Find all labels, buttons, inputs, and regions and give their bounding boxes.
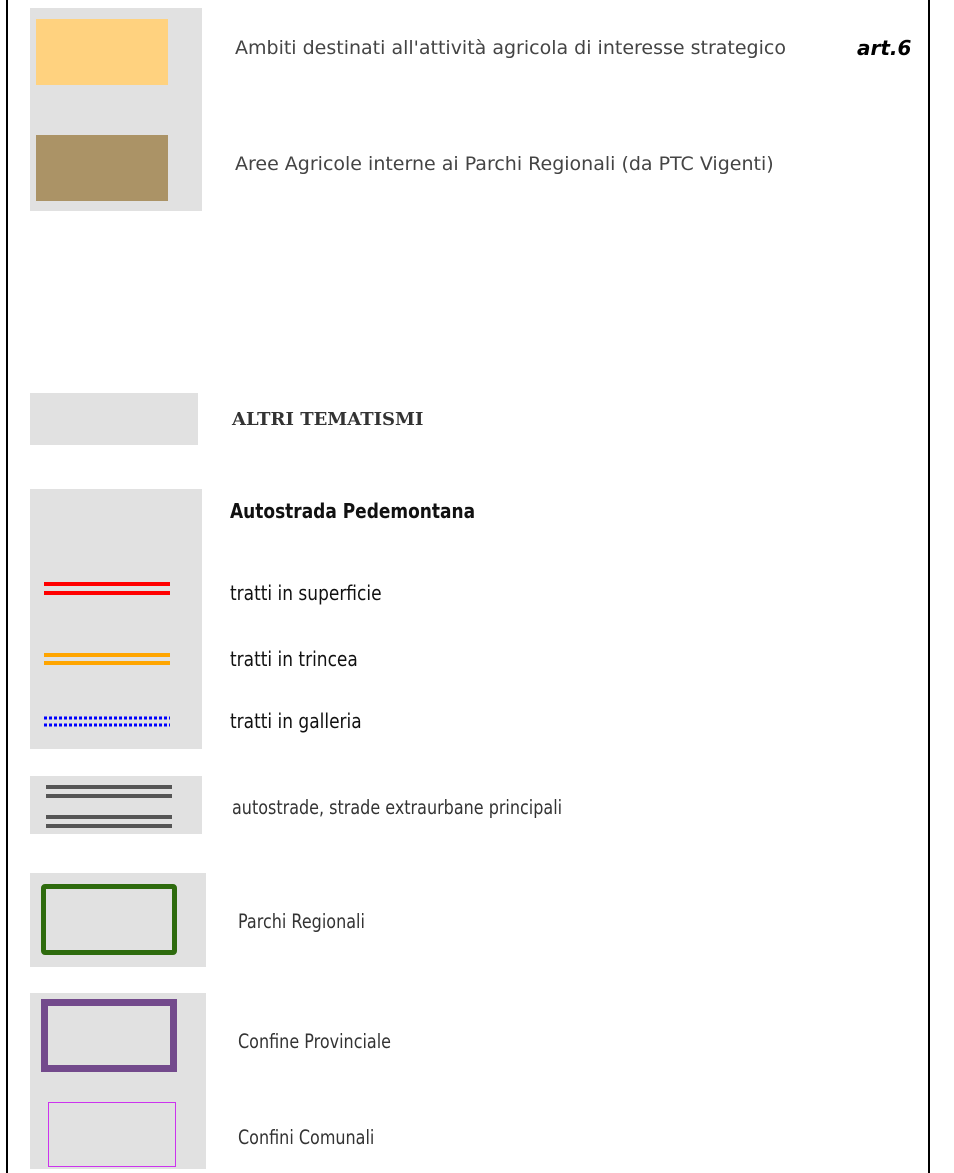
highway-line-icon [46, 785, 172, 828]
surface-line-icon [44, 582, 170, 595]
highways-label: autostrade, strade extraurbane principal… [232, 795, 563, 820]
other-themes-swatch-cell [30, 393, 198, 445]
tunnel-line-icon [44, 716, 170, 727]
article-reference: art.6 [857, 36, 912, 60]
pedemontana-swatch-cell [30, 489, 202, 749]
trench-label: tratti in trincea [230, 647, 358, 673]
other-themes-heading: ALTRI TEMATISMI [232, 409, 424, 430]
tunnel-label: tratti in galleria [230, 709, 362, 735]
pedemontana-heading: Autostrada Pedemontana [230, 499, 476, 525]
municipal-borders-outline [48, 1102, 176, 1167]
agri-strategic-swatch [36, 19, 168, 85]
regional-parks-label: Parchi Regionali [238, 909, 365, 934]
trench-line-icon [44, 653, 170, 665]
provincial-border-label: Confine Provinciale [238, 1029, 392, 1054]
agri-strategic-label: Ambiti destinati all'attività agricola d… [235, 37, 786, 59]
municipal-borders-label: Confini Comunali [238, 1125, 375, 1150]
surface-label: tratti in superficie [230, 581, 382, 607]
provincial-border-outline [41, 999, 177, 1072]
agri-parks-label: Aree Agricole interne ai Parchi Regional… [235, 153, 774, 175]
agri-parks-swatch [36, 135, 168, 201]
regional-parks-outline [41, 884, 177, 955]
